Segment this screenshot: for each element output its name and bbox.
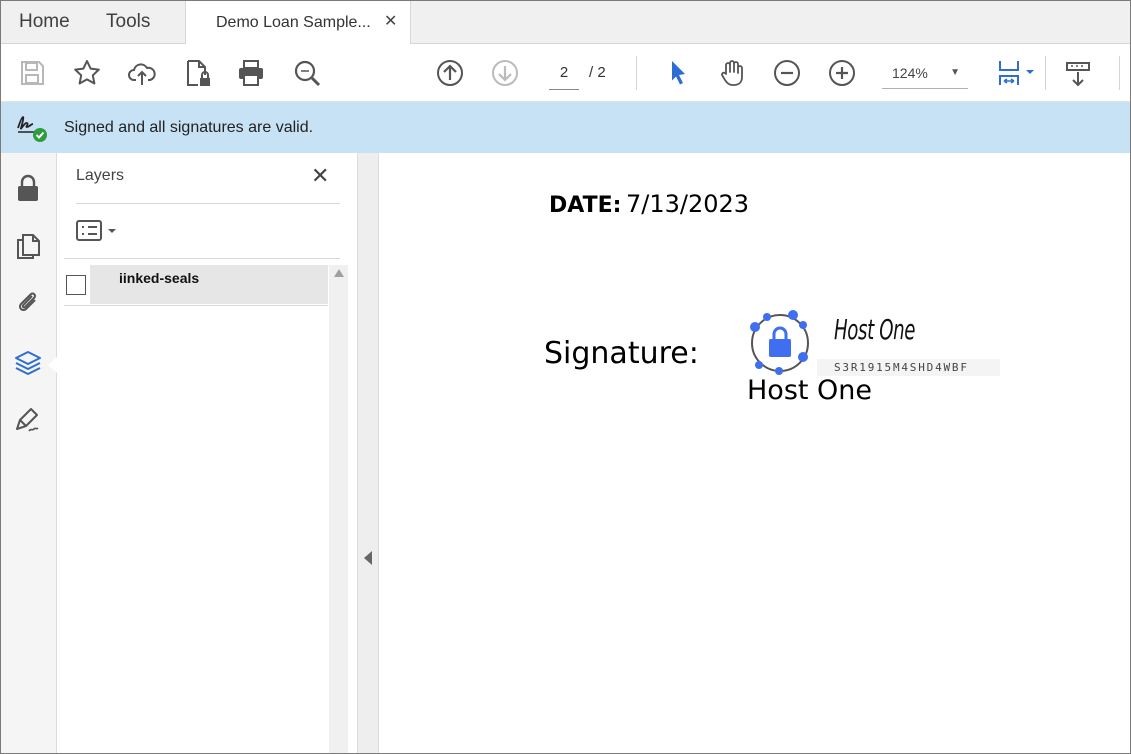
layer-visibility-checkbox[interactable] (66, 275, 86, 295)
divider (64, 305, 328, 306)
chevron-down-icon: ▼ (950, 67, 960, 78)
signature-script: Host One (834, 313, 916, 346)
toolbar: 2 / 2 124% ▼ (1, 44, 1130, 102)
print-icon[interactable] (234, 56, 268, 90)
zoom-level-value: 124% (892, 65, 928, 81)
signature-code: S3R1915M4SHD4WBF (817, 359, 1000, 376)
date-value: 7/13/2023 (626, 190, 750, 218)
toolbar-divider (1045, 56, 1046, 90)
layer-options-menu[interactable] (76, 218, 122, 244)
attachment-icon[interactable] (11, 286, 45, 320)
document-tab-title: Demo Loan Sample... (216, 14, 371, 31)
layers-icon[interactable] (11, 346, 45, 380)
panel-splitter[interactable] (357, 153, 379, 753)
page-up-icon[interactable] (433, 56, 467, 90)
page-count: / 2 (589, 64, 606, 81)
toolbar-divider (1119, 56, 1120, 90)
scroll-up-icon[interactable] (334, 269, 344, 277)
layer-row[interactable]: iinked-seals (64, 265, 329, 305)
layer-name: iinked-seals (119, 270, 200, 286)
options-list-icon (76, 220, 116, 241)
left-navigation-rail (1, 153, 57, 753)
fit-page-icon[interactable] (993, 56, 1037, 90)
date-label: DATE: (549, 193, 622, 218)
tab-bar: Home Tools Demo Loan Sample... ✕ (1, 1, 1130, 45)
file-lock-icon[interactable] (180, 56, 214, 90)
save-icon[interactable] (15, 56, 49, 90)
panel-scrollbar[interactable] (329, 265, 348, 753)
close-icon[interactable]: ✕ (311, 163, 329, 189)
divider (64, 258, 340, 259)
zoom-out-icon[interactable] (770, 56, 804, 90)
toolbar-divider (636, 56, 637, 90)
collapse-panel-icon[interactable] (364, 551, 372, 565)
page-down-icon[interactable] (488, 56, 522, 90)
document-tab[interactable]: Demo Loan Sample... ✕ (185, 1, 411, 45)
read-mode-icon[interactable] (1061, 56, 1095, 90)
active-indicator (48, 357, 57, 373)
hand-tool-icon[interactable] (715, 56, 749, 90)
bookmark-star-icon[interactable] (70, 56, 104, 90)
signature-valid-icon[interactable] (15, 110, 49, 144)
cloud-upload-icon[interactable] (125, 56, 159, 90)
signer-name: Host One (747, 375, 873, 406)
pages-icon[interactable] (11, 229, 45, 263)
signature-pen-icon[interactable] (11, 403, 45, 437)
tab-home[interactable]: Home (19, 1, 70, 43)
layers-panel: Layers ✕ iinked-seals (57, 153, 357, 753)
panel-title: Layers (76, 167, 125, 184)
select-cursor-icon[interactable] (661, 56, 695, 90)
zoom-level-select[interactable]: 124% ▼ (882, 61, 968, 89)
lock-icon[interactable] (11, 171, 45, 205)
app-window: Home Tools Demo Loan Sample... ✕ 2 / 2 1… (0, 0, 1131, 754)
close-tab-icon[interactable]: ✕ (384, 1, 397, 43)
signature-label: Signature: (544, 336, 699, 371)
search-zoom-icon[interactable] (290, 56, 324, 90)
document-page: DATE: 7/13/2023 Signature: Host One S3R1… (379, 153, 1130, 753)
divider (76, 203, 340, 204)
signature-status-message: Signed and all signatures are valid. (64, 119, 314, 136)
lock-seal-icon[interactable] (747, 307, 817, 377)
signature-status-bar: Signed and all signatures are valid. (1, 102, 1130, 153)
page-number-input[interactable]: 2 (549, 62, 579, 90)
tab-tools[interactable]: Tools (106, 1, 150, 43)
zoom-in-icon[interactable] (825, 56, 859, 90)
